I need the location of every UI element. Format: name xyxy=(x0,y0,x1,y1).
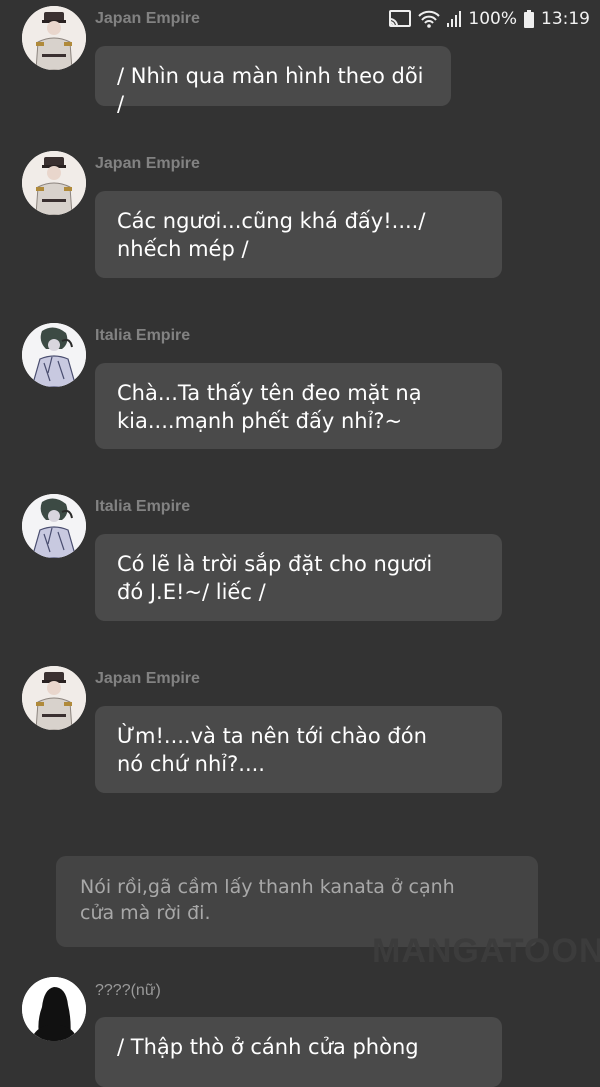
message-bubble[interactable]: / Nhìn qua màn hình theo dõi / xyxy=(95,46,451,116)
sender-name: Italia Empire xyxy=(95,327,191,344)
japan-empire-avatar[interactable] xyxy=(22,151,86,215)
clock: 13:19 xyxy=(541,9,590,29)
sender-name: Italia Empire xyxy=(95,498,191,515)
wifi-icon xyxy=(418,9,441,29)
japan-empire-avatar[interactable] xyxy=(22,666,86,730)
signal-icon xyxy=(446,9,462,29)
message-bubble[interactable]: / Thập thò ở cánh cửa phòng xyxy=(95,1017,502,1087)
japan-empire-avatar[interactable] xyxy=(22,6,86,70)
message-bubble[interactable]: Chà...Ta thấy tên đeo mặt nạ kia....mạnh… xyxy=(95,363,502,449)
sender-name: Japan Empire xyxy=(95,670,200,687)
status-bar: 100% 13:19 xyxy=(388,6,590,32)
italia-empire-avatar[interactable] xyxy=(22,494,86,558)
mangatoon-watermark: MANGATOON xyxy=(372,932,600,970)
battery-icon xyxy=(523,9,535,29)
sender-name: ????(nữ) xyxy=(95,982,161,999)
sender-name: Japan Empire xyxy=(95,155,200,172)
silhouette-avatar[interactable] xyxy=(22,977,86,1041)
battery-percent: 100% xyxy=(468,9,517,29)
message-bubble[interactable]: Các ngươi...cũng khá đấy!..../ nhếch mép… xyxy=(95,191,502,278)
italia-empire-avatar[interactable] xyxy=(22,323,86,387)
sender-name: Japan Empire xyxy=(95,10,200,27)
message-bubble[interactable]: Ừm!....và ta nên tới chào đón nó chứ nhỉ… xyxy=(95,706,502,793)
message-bubble[interactable]: Có lẽ là trời sắp đặt cho ngươi đó J.E!~… xyxy=(95,534,502,621)
cast-icon xyxy=(388,9,412,29)
